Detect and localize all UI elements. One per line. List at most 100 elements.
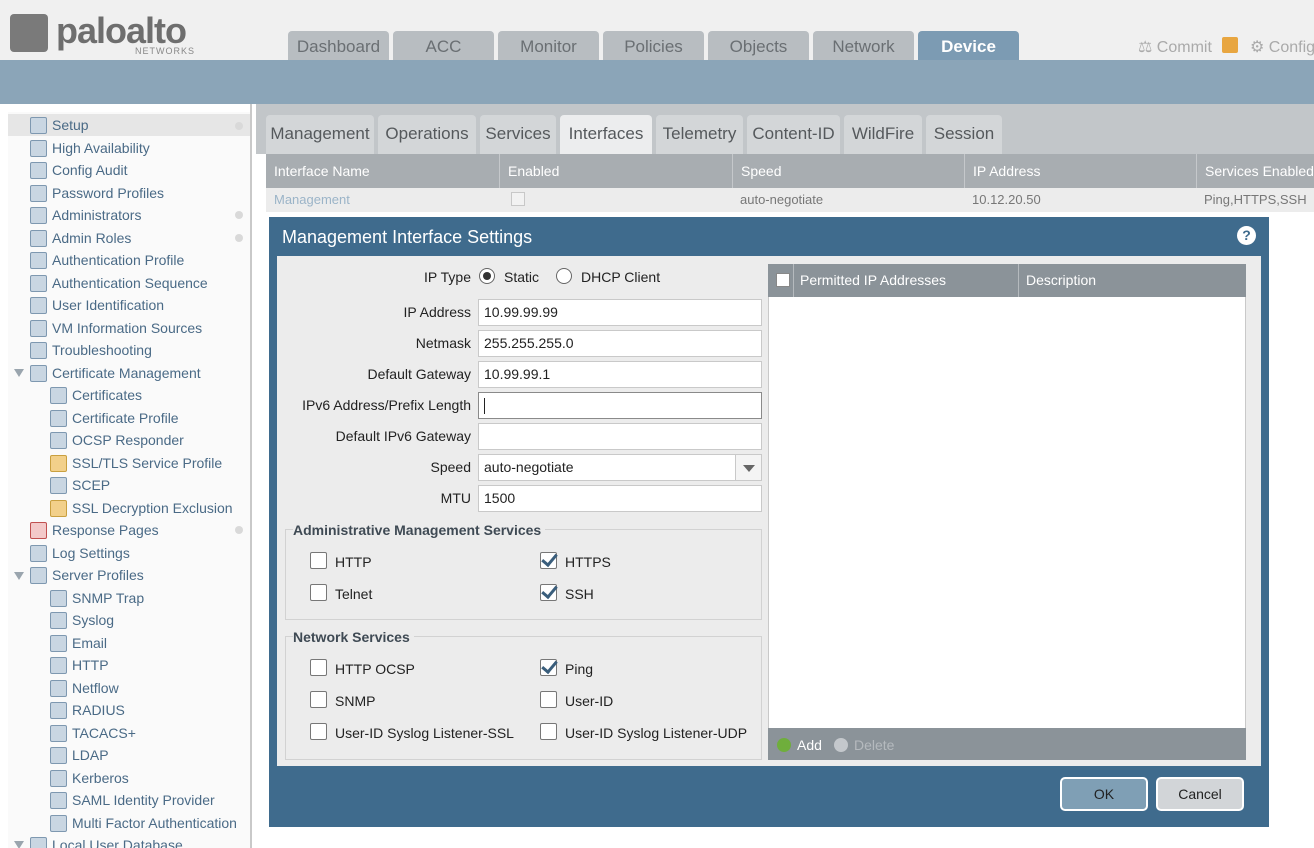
http-ocsp-checkbox[interactable]	[310, 659, 327, 676]
telnet-checkbox[interactable]	[310, 584, 327, 601]
top-bar: paloalto NETWORKS Dashboard ACC Monitor …	[0, 0, 1314, 60]
column-enabled[interactable]: Enabled	[499, 154, 732, 188]
tab-strip	[0, 60, 1314, 104]
dialog-title: Management Interface Settings	[282, 227, 533, 247]
select-all-checkbox[interactable]	[776, 273, 790, 287]
expand-triangle-icon[interactable]	[14, 841, 24, 848]
expand-triangle-icon[interactable]	[14, 369, 24, 377]
tab-device[interactable]: Device	[918, 31, 1019, 60]
https-label: HTTPS	[565, 554, 611, 570]
tab-content-id[interactable]: Content-ID	[747, 115, 840, 154]
cancel-button[interactable]: Cancel	[1156, 777, 1244, 811]
tab-services[interactable]: Services	[480, 115, 556, 154]
tab-management[interactable]: Management	[266, 115, 374, 154]
lock-icon	[50, 500, 67, 517]
row-services: Ping,HTTPS,SSH	[1204, 192, 1307, 207]
expand-triangle-icon[interactable]	[14, 572, 24, 580]
user-id-syslog-udp-checkbox[interactable]	[540, 723, 557, 740]
ping-label: Ping	[565, 661, 594, 677]
static-radio[interactable]	[479, 268, 495, 284]
tab-objects[interactable]: Objects	[708, 31, 809, 60]
tab-dashboard[interactable]: Dashboard	[288, 31, 389, 60]
cert-mgmt-icon	[30, 365, 47, 382]
user-id-syslog-ssl-label: User-ID Syslog Listener-SSL	[335, 725, 514, 741]
ping-checkbox[interactable]	[540, 659, 557, 676]
doc-icon	[50, 680, 67, 697]
snmp-checkbox[interactable]	[310, 691, 327, 708]
network-services-title: Network Services	[293, 629, 414, 645]
ip-address-label: IP Address	[403, 304, 471, 320]
default-ipv6-gateway-field[interactable]	[478, 423, 762, 450]
interface-name-link[interactable]: Management	[274, 188, 350, 212]
netmask-field[interactable]: 255.255.255.0	[478, 330, 762, 357]
delete-icon	[834, 738, 848, 752]
ip-address-field[interactable]: 10.99.99.99	[478, 299, 762, 326]
speed-select[interactable]: auto-negotiate	[478, 454, 762, 481]
default-gateway-field[interactable]: 10.99.99.1	[478, 361, 762, 388]
dhcp-client-label: DHCP Client	[581, 269, 661, 285]
https-checkbox[interactable]	[540, 552, 557, 569]
permitted-ip-table[interactable]	[768, 264, 1246, 760]
enabled-checkbox	[511, 192, 525, 206]
column-services-enabled[interactable]: Services Enabled	[1196, 154, 1314, 188]
column-ip-address[interactable]: IP Address	[964, 154, 1196, 188]
tab-interfaces[interactable]: Interfaces	[560, 115, 652, 154]
column-permitted-ip[interactable]: Permitted IP Addresses	[800, 264, 946, 297]
ocsp-icon	[50, 432, 67, 449]
ok-button[interactable]: OK	[1060, 777, 1148, 811]
mtu-field[interactable]: 1500	[478, 485, 762, 512]
netmask-label: Netmask	[415, 335, 471, 351]
doc-icon	[50, 590, 67, 607]
row-speed: auto-negotiate	[740, 192, 824, 207]
add-label: Add	[797, 737, 822, 753]
default-ipv6-gateway-label: Default IPv6 Gateway	[335, 428, 471, 444]
user-id-syslog-udp-label: User-ID Syslog Listener-UDP	[565, 725, 748, 741]
config-button[interactable]: ⚙ Config	[1250, 37, 1314, 57]
tab-session[interactable]: Session	[926, 115, 1002, 154]
radius-icon	[50, 792, 67, 809]
static-label: Static	[504, 269, 540, 285]
setup-icon	[30, 117, 47, 134]
http-label: HTTP	[335, 554, 372, 570]
column-speed[interactable]: Speed	[732, 154, 964, 188]
ipv6-address-field[interactable]	[478, 392, 762, 419]
radius-icon	[50, 702, 67, 719]
sidebar-item-setup[interactable]: Setup	[8, 114, 250, 136]
db-icon	[30, 837, 47, 848]
ssh-checkbox[interactable]	[540, 584, 557, 601]
column-interface-name[interactable]: Interface Name	[266, 154, 499, 188]
scep-icon	[50, 477, 67, 494]
tab-monitor[interactable]: Monitor	[498, 31, 599, 60]
admin-icon	[30, 207, 47, 224]
delete-label: Delete	[854, 737, 895, 753]
tab-network[interactable]: Network	[813, 31, 914, 60]
password-icon	[30, 185, 47, 202]
mtu-label: MTU	[440, 490, 471, 506]
help-icon[interactable]: ?	[1237, 226, 1256, 245]
commit-button[interactable]: ⚖ Commit	[1138, 37, 1212, 57]
radius-icon	[50, 770, 67, 787]
tab-telemetry[interactable]: Telemetry	[656, 115, 743, 154]
tab-operations[interactable]: Operations	[378, 115, 476, 154]
dhcp-client-radio[interactable]	[556, 268, 572, 284]
ssh-label: SSH	[565, 586, 594, 602]
server-icon	[30, 567, 47, 584]
http-checkbox[interactable]	[310, 552, 327, 569]
radius-icon	[50, 747, 67, 764]
tools-icon	[30, 342, 47, 359]
column-description[interactable]: Description	[1026, 264, 1096, 297]
tab-policies[interactable]: Policies	[603, 31, 704, 60]
audit-icon	[30, 162, 47, 179]
http-ocsp-label: HTTP OCSP	[335, 661, 415, 677]
user-id-syslog-ssl-checkbox[interactable]	[310, 723, 327, 740]
admin-services-title: Administrative Management Services	[293, 522, 546, 538]
config-icon: ⚙	[1250, 39, 1265, 56]
email-icon	[50, 635, 67, 652]
auth-seq-icon	[30, 275, 47, 292]
lock-icon[interactable]	[1222, 37, 1238, 53]
tab-wildfire[interactable]: WildFire	[844, 115, 922, 154]
log-icon	[30, 545, 47, 562]
add-icon	[777, 738, 791, 752]
user-id-checkbox[interactable]	[540, 691, 557, 708]
tab-acc[interactable]: ACC	[393, 31, 494, 60]
